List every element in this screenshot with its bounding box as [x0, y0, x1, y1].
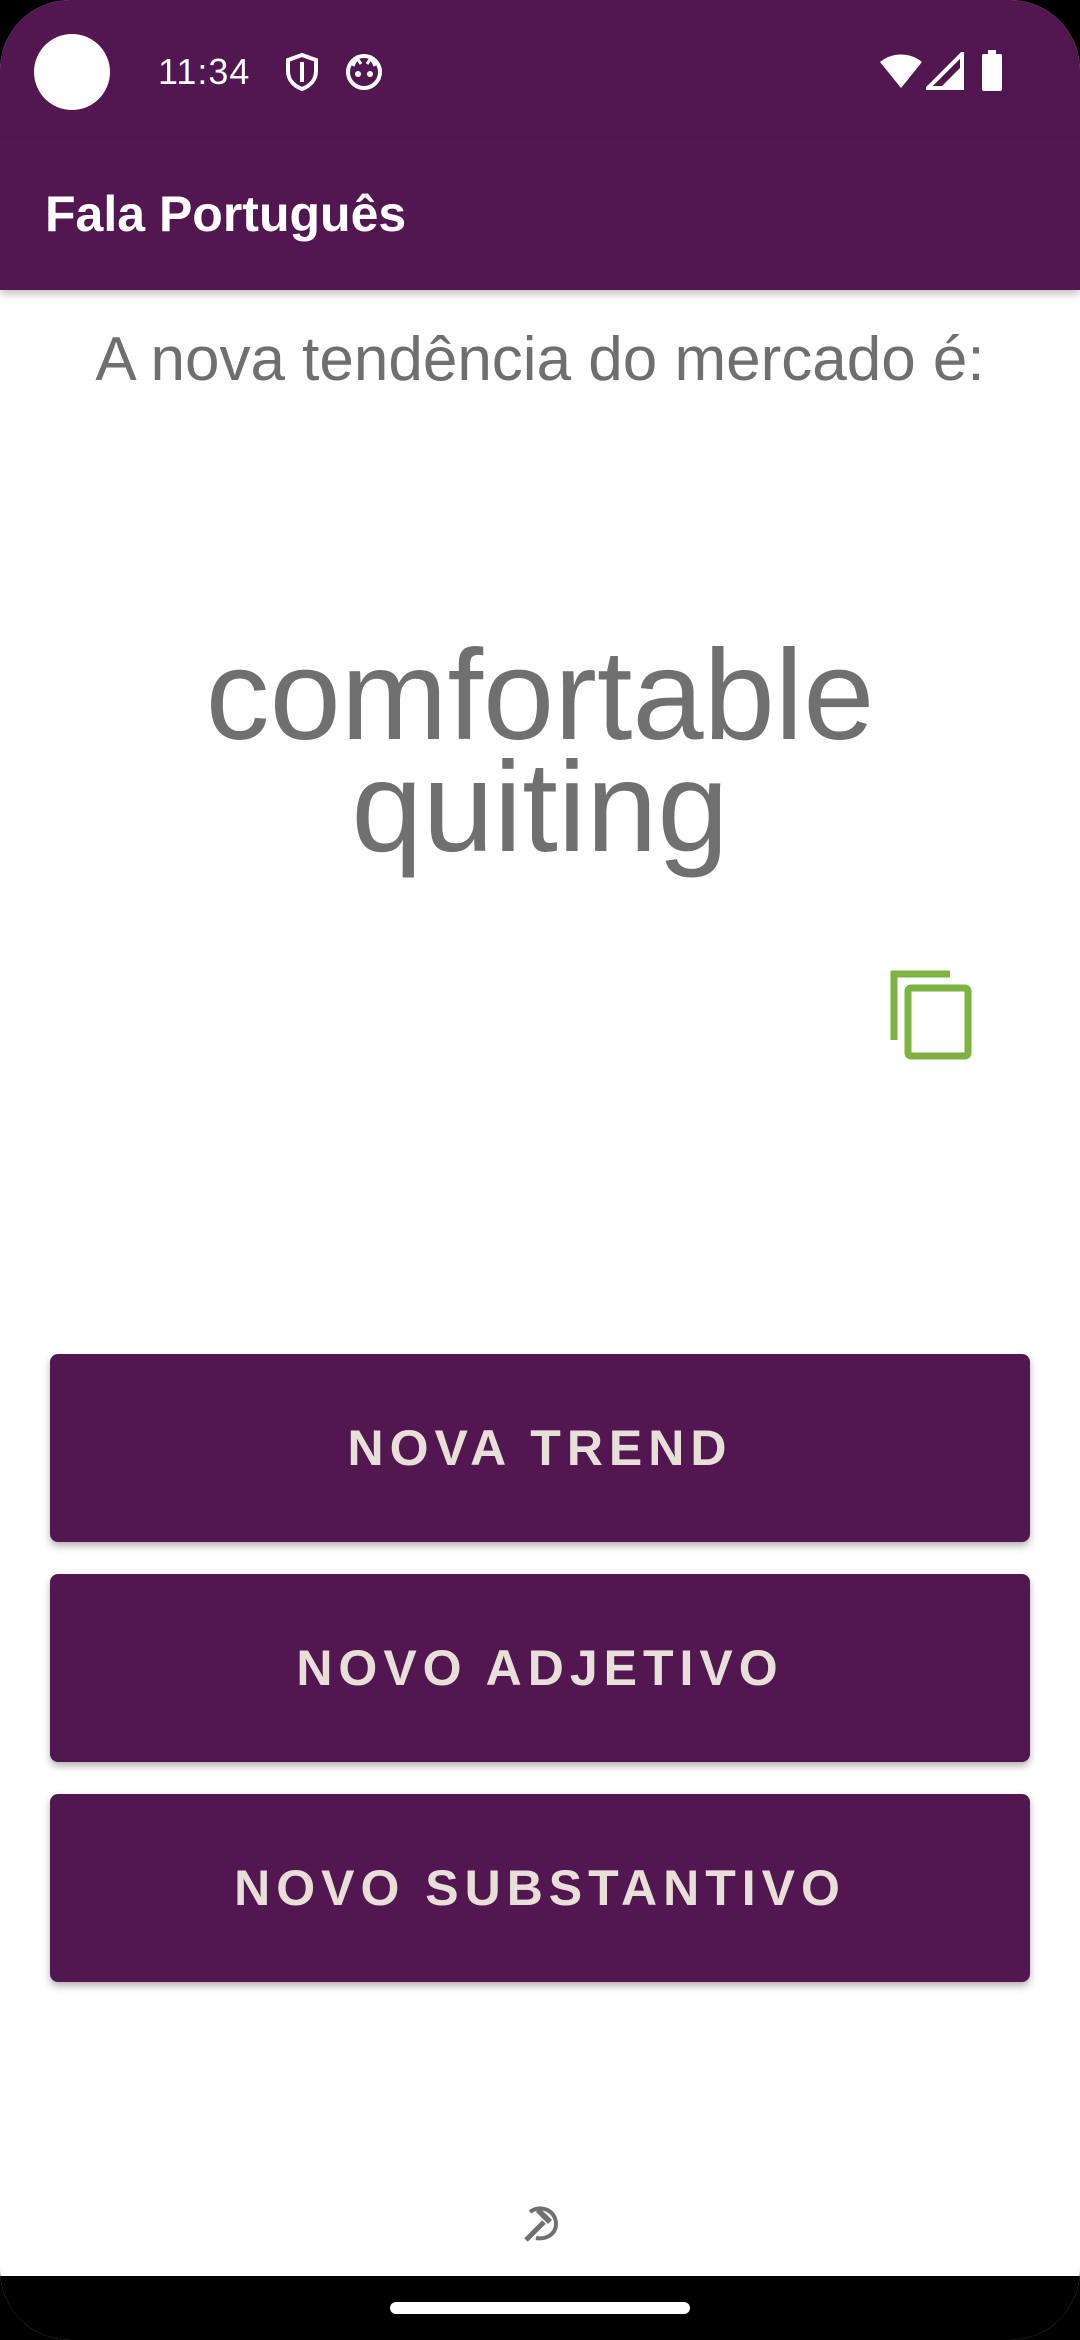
camera-cutout [34, 34, 110, 110]
copy-icon [890, 970, 972, 1060]
battery-icon [982, 50, 1002, 91]
app-title: Fala Português [45, 186, 407, 242]
new-trend-button[interactable]: NOVA TREND [50, 1354, 1030, 1542]
new-noun-button[interactable]: NOVO SUBSTANTIVO [50, 1794, 1030, 1982]
copy-button[interactable] [880, 960, 990, 1070]
cat-face-icon [346, 54, 382, 90]
phone-screen: 11:34 Fala Português A nova tendência do… [0, 0, 1080, 2340]
new-adjective-button[interactable]: NOVO ADJETIVO [50, 1574, 1030, 1762]
wifi-icon [880, 54, 922, 88]
generated-phrase: comfortable quiting [0, 632, 1080, 879]
signal-icon [926, 52, 964, 90]
status-time: 11:34 [158, 51, 251, 92]
home-gesture-handle[interactable] [390, 2302, 690, 2314]
prompt-text: A nova tendência do mercado é: [95, 325, 985, 394]
generated-phrase-line-2: quiting [351, 736, 729, 879]
app-bar: Fala Português [0, 140, 1080, 290]
status-bar: 11:34 [0, 0, 1080, 140]
hammer-sickle-icon [524, 2206, 559, 2242]
shield-icon [286, 52, 318, 92]
